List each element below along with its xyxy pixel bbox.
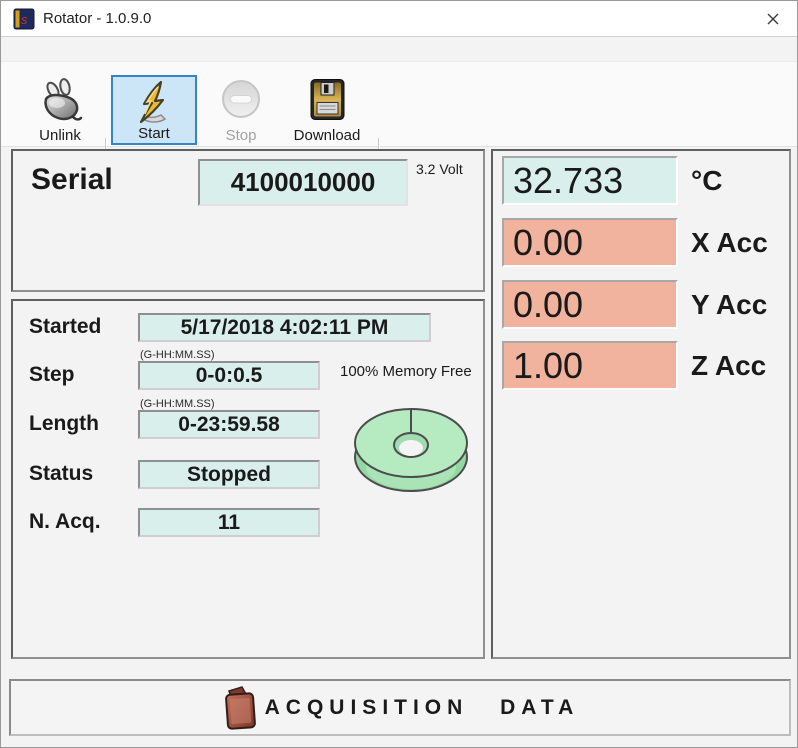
download-button-label: Download	[293, 127, 361, 144]
readings-panel: 32.733 °C 0.00 X Acc 0.00 Y Acc 1.00 Z A…	[491, 149, 791, 659]
stop-button[interactable]: Stop	[200, 75, 282, 145]
length-label: Length	[29, 412, 99, 435]
started-value-field[interactable]: 5/17/2018 4:02:11 PM	[138, 313, 431, 342]
status-label: Status	[29, 462, 94, 485]
n-acq-value-field: 11	[138, 508, 320, 537]
step-format-hint: (G-HH:MM.SS)	[140, 349, 215, 361]
close-button[interactable]	[759, 7, 787, 31]
y-acc-readout: 0.00	[502, 280, 678, 329]
x-acc-readout: 0.00	[502, 218, 678, 267]
plug-icon	[44, 78, 83, 121]
status-value-field: Stopped	[138, 460, 320, 489]
acquisition-panel: Started 5/17/2018 4:02:11 PM (G-HH:MM.SS…	[11, 299, 485, 659]
start-button[interactable]: Start	[111, 75, 197, 145]
close-icon	[767, 13, 779, 25]
floppy-icon	[310, 79, 345, 120]
stop-icon	[222, 80, 260, 118]
temperature-readout: 32.733	[502, 156, 678, 205]
titlebar: s Rotator - 1.0.9.0	[1, 1, 797, 37]
started-label: Started	[29, 315, 102, 338]
toolbar: Unlink Start Stop Download	[1, 61, 797, 202]
length-value-field[interactable]: 0-23:59.58	[138, 410, 320, 439]
n-acq-label: N. Acq.	[29, 510, 101, 533]
app-window: s Rotator - 1.0.9.0 Unlink Start Stop Do…	[0, 0, 798, 748]
serial-value-field[interactable]: 4100010000	[198, 159, 408, 206]
step-value-field[interactable]: 0-0:0.5	[138, 361, 320, 390]
z-acc-label: Z Acc	[691, 350, 767, 381]
z-acc-readout: 1.00	[502, 341, 678, 390]
svg-text:s: s	[21, 12, 28, 27]
unlink-button[interactable]: Unlink	[17, 75, 103, 145]
window-title: Rotator - 1.0.9.0	[43, 10, 152, 27]
step-label: Step	[29, 363, 75, 386]
y-acc-label: Y Acc	[691, 289, 768, 320]
memory-donut-chart	[354, 408, 468, 492]
app-logo-icon: s	[13, 8, 35, 29]
acquisition-data-button[interactable]: ACQUISITION DATA	[9, 679, 791, 736]
stop-button-label: Stop	[225, 127, 257, 144]
serial-panel: Serial 4100010000 3.2 Volt	[11, 149, 485, 292]
download-button[interactable]: Download	[284, 75, 370, 145]
memory-free-label: 100% Memory Free	[340, 363, 472, 380]
folder-icon	[224, 685, 256, 730]
start-button-label: Start	[138, 125, 170, 142]
acquisition-data-label: ACQUISITION DATA	[264, 695, 580, 719]
lightning-icon	[139, 80, 167, 124]
serial-label: Serial	[31, 163, 113, 196]
x-acc-label: X Acc	[691, 227, 768, 258]
voltage-readout: 3.2 Volt	[416, 161, 463, 177]
length-format-hint: (G-HH:MM.SS)	[140, 398, 215, 410]
unlink-button-label: Unlink	[39, 127, 81, 144]
temperature-unit-label: °C	[691, 165, 723, 196]
